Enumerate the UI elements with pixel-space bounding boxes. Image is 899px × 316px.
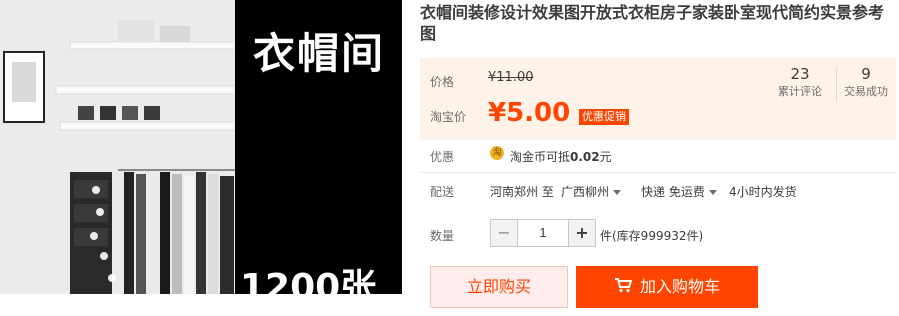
add-to-cart-button[interactable]: 加入购物车 bbox=[576, 266, 758, 308]
original-price: ¥11.00 bbox=[488, 70, 534, 85]
product-title: 衣帽间装修设计效果图开放式衣柜房子家装卧室现代简约实景参考图 bbox=[420, 3, 885, 43]
delivery-destination-select[interactable]: 广西柳州 bbox=[561, 183, 622, 200]
promo-price-label: 淘宝价 bbox=[430, 110, 467, 124]
delivery-label: 配送 bbox=[430, 185, 455, 199]
section-divider bbox=[420, 172, 896, 173]
image-caption-count: 1200张 bbox=[240, 267, 377, 295]
sales-count: 9 bbox=[861, 65, 871, 83]
shopping-cart-icon bbox=[614, 267, 633, 309]
sales-label: 交易成功 bbox=[844, 85, 888, 98]
delivery-destination: 广西柳州 bbox=[561, 185, 610, 199]
buy-now-button[interactable]: 立即购买 bbox=[430, 266, 568, 308]
quantity-input[interactable] bbox=[518, 220, 568, 246]
sales-stat: 9 交易成功 bbox=[838, 64, 894, 100]
delivery-from: 河南郑州 至 bbox=[490, 185, 554, 199]
discount-text-prefix: 淘金币可抵 bbox=[510, 150, 571, 164]
add-to-cart-label: 加入购物车 bbox=[639, 277, 720, 296]
discount-text: 淘金币可抵0.02元 bbox=[510, 148, 612, 165]
promo-tag-badge[interactable]: 优惠促销 bbox=[579, 109, 629, 125]
stock-text: 件(库存999932件) bbox=[600, 229, 704, 243]
quantity-stepper: − + bbox=[490, 219, 596, 247]
promo-price: ¥5.00 bbox=[488, 98, 571, 128]
ship-time: 4小时内发货 bbox=[729, 185, 797, 199]
caret-down-icon bbox=[708, 190, 717, 195]
reviews-label: 累计评论 bbox=[778, 85, 822, 98]
image-caption: 衣帽间 bbox=[252, 29, 385, 78]
reviews-stat[interactable]: 23 累计评论 bbox=[770, 64, 830, 100]
discount-amount: 0.02 bbox=[570, 150, 600, 164]
quantity-label: 数量 bbox=[430, 229, 455, 243]
delivery-method: 快递 免运费 bbox=[641, 185, 705, 199]
delivery-method-select[interactable]: 快递 免运费 bbox=[641, 183, 717, 200]
quantity-increase-button[interactable]: + bbox=[568, 220, 595, 246]
stat-divider bbox=[836, 68, 837, 102]
caret-down-icon bbox=[613, 190, 622, 195]
quantity-decrease-button[interactable]: − bbox=[491, 220, 518, 246]
price-panel: 价格 ¥11.00 淘宝价 ¥5.00 优惠促销 23 累计评论 9 交易成功 bbox=[420, 58, 896, 140]
discount-label: 优惠 bbox=[430, 150, 455, 164]
product-image[interactable]: 衣帽间 1200张 bbox=[0, 0, 402, 294]
taobao-coin-icon: 淘 bbox=[490, 146, 504, 160]
reviews-count: 23 bbox=[790, 65, 810, 83]
discount-unit: 元 bbox=[599, 150, 612, 164]
price-label: 价格 bbox=[430, 75, 455, 89]
